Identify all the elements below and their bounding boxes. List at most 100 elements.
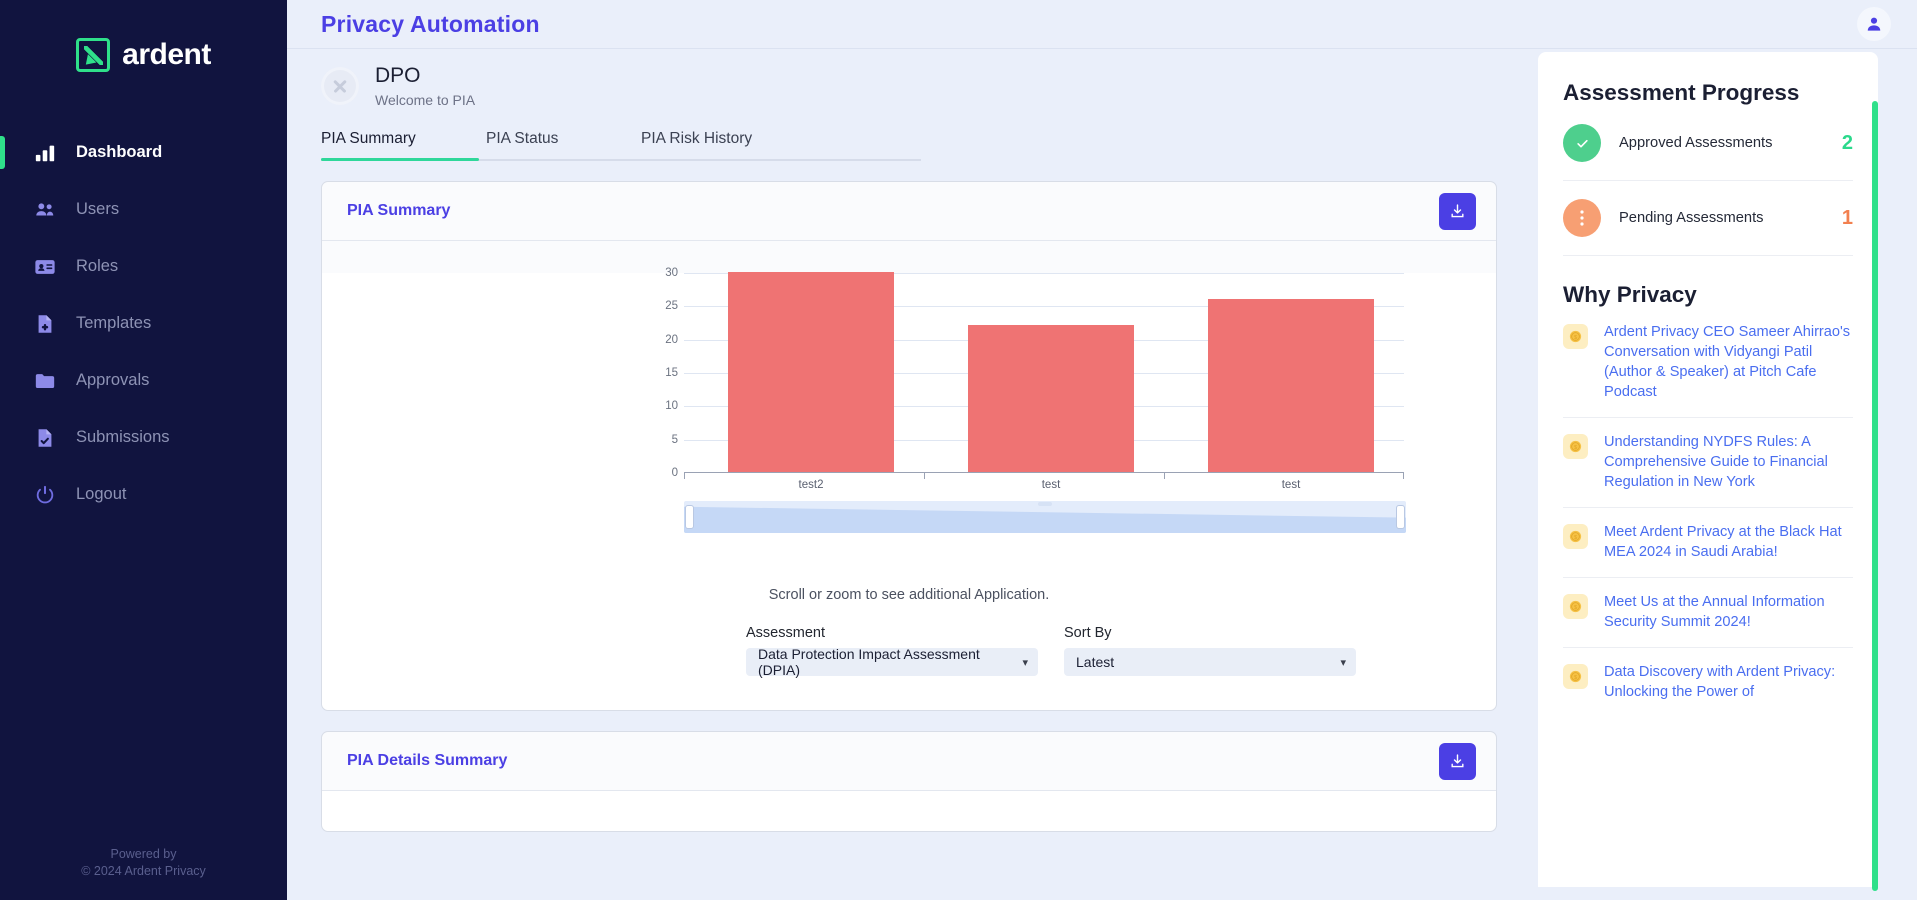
assessment-filter: Assessment Data Protection Impact Assess… bbox=[746, 625, 1038, 678]
why-privacy-item[interactable]: $ Meet Ardent Privacy at the Black Hat M… bbox=[1563, 508, 1853, 578]
chart-x-axis bbox=[684, 472, 1404, 473]
sidebar-item-label: Users bbox=[76, 200, 120, 218]
progress-label: Approved Assessments bbox=[1619, 135, 1773, 151]
assessment-select[interactable]: Data Protection Impact Assessment (DPIA)… bbox=[746, 646, 1038, 678]
right-panel-card: Assessment Progress Approved Assessments… bbox=[1538, 52, 1878, 887]
power-icon bbox=[34, 484, 56, 506]
bar-test2[interactable] bbox=[728, 272, 894, 472]
sidebar-item-logout[interactable]: Logout bbox=[0, 466, 287, 523]
sidebar-item-label: Logout bbox=[76, 485, 127, 503]
why-privacy-item[interactable]: $ Ardent Privacy CEO Sameer Ahirrao's Co… bbox=[1563, 308, 1853, 418]
right-pane: Assessment Progress Approved Assessments… bbox=[1532, 49, 1917, 900]
powered-by-text: Powered by bbox=[110, 847, 177, 861]
why-privacy-link[interactable]: Meet Us at the Annual Information Securi… bbox=[1604, 592, 1853, 632]
coin-icon: $ bbox=[1563, 664, 1588, 689]
why-privacy-link[interactable]: Ardent Privacy CEO Sameer Ahirrao's Conv… bbox=[1604, 322, 1853, 402]
y-tick-label: 5 bbox=[671, 433, 678, 446]
sidebar-item-label: Submissions bbox=[76, 428, 170, 446]
pia-details-card-body bbox=[322, 791, 1496, 831]
pia-summary-chart: 30 25 20 15 10 5 0 test2 test test bbox=[322, 267, 1496, 573]
tab-pia-status[interactable]: PIA Status bbox=[486, 130, 641, 159]
chart-zoom-grip[interactable] bbox=[1038, 502, 1052, 506]
y-tick-label: 20 bbox=[665, 333, 678, 346]
sidebar-item-label: Approvals bbox=[76, 371, 150, 389]
sidebar-item-roles[interactable]: Roles bbox=[0, 238, 287, 295]
brand-logo[interactable]: ardent bbox=[0, 0, 287, 110]
user-account-icon[interactable] bbox=[1857, 7, 1891, 41]
progress-row-approved: Approved Assessments 2 bbox=[1563, 106, 1853, 181]
assessment-select-value: Data Protection Impact Assessment (DPIA) bbox=[758, 646, 980, 678]
x-axis-tick bbox=[1403, 473, 1404, 479]
bar-test-2[interactable] bbox=[1208, 299, 1374, 472]
progress-value: 2 bbox=[1841, 131, 1853, 154]
pia-details-card-header: PIA Details Summary bbox=[322, 732, 1496, 791]
user-subtitle: Welcome to PIA bbox=[375, 92, 476, 108]
x-axis-tick bbox=[1164, 473, 1165, 479]
tab-bar: PIA Summary PIA Status PIA Risk History bbox=[321, 130, 921, 161]
sidebar-item-label: Roles bbox=[76, 257, 119, 275]
bar-chart-icon bbox=[34, 142, 56, 164]
x-tick-label: test bbox=[1041, 479, 1061, 491]
chart-zoom-handle-right[interactable] bbox=[1396, 505, 1405, 529]
why-privacy-link[interactable]: Understanding NYDFS Rules: A Comprehensi… bbox=[1604, 432, 1853, 492]
chart-zoom-scrollbar[interactable] bbox=[684, 501, 1406, 533]
x-axis-tick bbox=[684, 473, 685, 479]
sort-select[interactable]: Latest ▾ bbox=[1064, 648, 1356, 676]
why-privacy-heading: Why Privacy bbox=[1563, 282, 1697, 307]
chart-plot-area: test2 test test bbox=[684, 272, 1404, 491]
y-tick-label: 30 bbox=[665, 267, 678, 279]
sidebar-item-dashboard[interactable]: Dashboard bbox=[0, 124, 287, 181]
sidebar-item-approvals[interactable]: Approvals bbox=[0, 352, 287, 409]
sort-filter: Sort By Latest ▾ bbox=[1064, 625, 1356, 676]
tab-pia-risk-history[interactable]: PIA Risk History bbox=[641, 130, 752, 159]
pia-summary-card-header: PIA Summary bbox=[322, 182, 1496, 241]
tab-pia-summary[interactable]: PIA Summary bbox=[321, 130, 486, 159]
pia-details-title: PIA Details Summary bbox=[347, 752, 508, 769]
sidebar-item-templates[interactable]: Templates bbox=[0, 295, 287, 352]
y-tick-label: 10 bbox=[665, 400, 678, 413]
why-privacy-link[interactable]: Data Discovery with Ardent Privacy: Unlo… bbox=[1604, 662, 1853, 702]
sidebar-footer: Powered by © 2024 Ardent Privacy bbox=[0, 846, 287, 900]
assessment-filter-label: Assessment bbox=[746, 625, 825, 641]
badge-x-icon bbox=[321, 66, 359, 105]
content-row: DPO Welcome to PIA PIA Summary PIA Statu… bbox=[287, 49, 1917, 900]
sort-select-value: Latest bbox=[1076, 654, 1115, 670]
chevron-down-icon: ▾ bbox=[1340, 656, 1346, 669]
coin-icon: $ bbox=[1563, 434, 1588, 459]
y-tick-label: 25 bbox=[665, 300, 678, 313]
why-privacy-item[interactable]: $ Meet Us at the Annual Information Secu… bbox=[1563, 578, 1853, 648]
check-circle-icon bbox=[1563, 124, 1601, 162]
sidebar-item-submissions[interactable]: Submissions bbox=[0, 409, 287, 466]
coin-icon: $ bbox=[1563, 324, 1588, 349]
chevron-down-icon: ▾ bbox=[1022, 656, 1028, 669]
brand-name: ardent bbox=[122, 38, 211, 71]
sidebar-item-label: Templates bbox=[76, 314, 152, 332]
users-icon bbox=[34, 199, 56, 221]
file-check-icon bbox=[34, 427, 56, 449]
top-header: Privacy Automation bbox=[287, 0, 1917, 49]
chart-filters: Assessment Data Protection Impact Assess… bbox=[322, 603, 1496, 710]
download-icon[interactable] bbox=[1439, 742, 1476, 780]
y-tick-label: 0 bbox=[671, 467, 678, 479]
progress-row-pending: Pending Assessments 1 bbox=[1563, 181, 1853, 256]
user-name: DPO bbox=[375, 64, 421, 87]
chart-zoom-handle-left[interactable] bbox=[685, 505, 694, 529]
bar-test-1[interactable] bbox=[968, 325, 1134, 472]
assessment-progress-heading: Assessment Progress bbox=[1563, 80, 1800, 105]
x-tick-label: test bbox=[1281, 479, 1301, 491]
why-privacy-item[interactable]: $ Data Discovery with Ardent Privacy: Un… bbox=[1563, 648, 1853, 717]
folder-icon bbox=[34, 370, 56, 392]
x-tick-label: test2 bbox=[798, 479, 824, 491]
right-panel-scrollbar[interactable] bbox=[1872, 101, 1878, 891]
pia-details-summary-card: PIA Details Summary bbox=[321, 731, 1497, 832]
sidebar-item-users[interactable]: Users bbox=[0, 181, 287, 238]
sidebar-item-label: Dashboard bbox=[76, 143, 163, 161]
why-privacy-item[interactable]: $ Understanding NYDFS Rules: A Comprehen… bbox=[1563, 418, 1853, 508]
coin-icon: $ bbox=[1563, 524, 1588, 549]
sidebar-nav: Dashboard Users Roles Templates Approval… bbox=[0, 124, 287, 846]
why-privacy-link[interactable]: Meet Ardent Privacy at the Black Hat MEA… bbox=[1604, 522, 1853, 562]
chart-scroll-hint: Scroll or zoom to see additional Applica… bbox=[768, 587, 1050, 603]
download-icon[interactable] bbox=[1439, 192, 1476, 230]
pia-summary-card: PIA Summary 30 25 20 15 10 5 0 test2 tes… bbox=[321, 181, 1497, 711]
x-axis-tick bbox=[924, 473, 925, 479]
